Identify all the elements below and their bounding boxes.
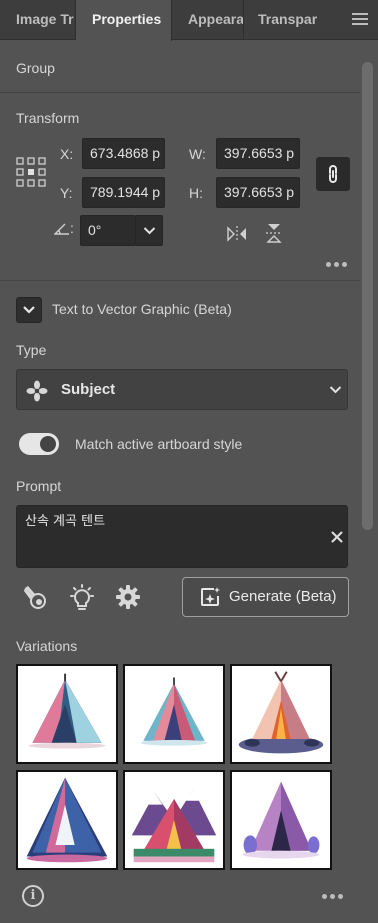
panel-tab-bar: Image Tr Properties Appeara Transpar (0, 0, 378, 41)
text-to-vector-title: Text to Vector Graphic (Beta) (52, 301, 232, 317)
variations-title: Variations (16, 638, 78, 654)
flip-horizontal-icon[interactable] (226, 224, 248, 244)
tent-image (131, 789, 217, 863)
prompt-textarea[interactable]: 산속 계곡 텐트 (16, 505, 348, 568)
chevron-down-icon (329, 386, 342, 394)
tent-image (242, 781, 320, 859)
constrain-proportions-button[interactable] (316, 157, 350, 191)
width-input[interactable]: 397.6653 p (216, 138, 300, 169)
tent-image (26, 777, 108, 863)
chevron-down-icon (143, 227, 156, 235)
variation-thumbnail-6[interactable] (230, 770, 332, 870)
style-picker-icon[interactable] (22, 584, 50, 612)
type-dropdown-value: Subject (61, 381, 116, 398)
variation-thumbnail-5[interactable] (123, 770, 225, 870)
prompt-label: Prompt (16, 478, 62, 494)
generate-button-label: Generate (Beta) (229, 588, 337, 605)
angle-label: : (70, 220, 74, 236)
tab-transparency[interactable]: Transpar (244, 0, 320, 40)
reference-point-icon[interactable] (16, 157, 46, 187)
lightbulb-icon[interactable] (68, 584, 96, 612)
tab-image-trace[interactable]: Image Tr (0, 0, 76, 40)
width-label: W: (189, 146, 206, 162)
tent-image (140, 677, 208, 746)
more-options-icon[interactable] (326, 262, 347, 267)
y-label: Y: (60, 185, 73, 201)
info-icon[interactable]: i (22, 885, 44, 907)
divider (0, 92, 360, 93)
match-artboard-style-toggle[interactable] (19, 433, 59, 455)
x-position-input[interactable]: 673.4868 p (82, 138, 165, 169)
gear-icon[interactable] (115, 584, 141, 610)
type-label: Type (16, 342, 47, 358)
more-options-icon[interactable] (322, 894, 343, 899)
transform-title: Transform (16, 110, 80, 126)
hamburger-menu-icon[interactable] (352, 13, 368, 27)
y-position-input[interactable]: 789.1944 p (82, 177, 165, 208)
section-collapse-button[interactable] (16, 297, 42, 323)
match-artboard-style-label: Match active artboard style (75, 436, 243, 452)
tab-properties[interactable]: Properties (76, 0, 172, 41)
tab-appearance[interactable]: Appeara (172, 0, 244, 40)
chevron-down-icon (23, 306, 35, 314)
variation-thumbnail-3[interactable] (230, 664, 332, 764)
flip-vertical-icon[interactable] (264, 222, 284, 244)
x-label: X: (60, 146, 74, 162)
tent-image (238, 671, 324, 754)
link-icon (329, 165, 337, 183)
tent-image (28, 673, 106, 749)
subject-icon (26, 380, 48, 402)
divider (0, 280, 360, 281)
prompt-text: 산속 계곡 텐트 (25, 514, 106, 529)
height-input[interactable]: 397.6653 p (216, 177, 300, 208)
variation-thumbnail-4[interactable] (16, 770, 118, 870)
clear-icon[interactable] (331, 531, 343, 543)
variation-thumbnail-1[interactable] (16, 664, 118, 764)
angle-dropdown-button[interactable] (135, 215, 163, 246)
generate-sparkle-icon (201, 587, 220, 606)
group-title: Group (16, 60, 55, 76)
rotate-angle-input[interactable]: 0° (80, 215, 136, 246)
rotate-angle-icon (54, 223, 69, 235)
height-label: H: (189, 185, 203, 201)
scrollbar-thumb[interactable] (362, 62, 373, 530)
generate-button[interactable]: Generate (Beta) (182, 577, 349, 617)
variation-thumbnail-2[interactable] (123, 664, 225, 764)
type-dropdown[interactable]: Subject (16, 369, 348, 410)
